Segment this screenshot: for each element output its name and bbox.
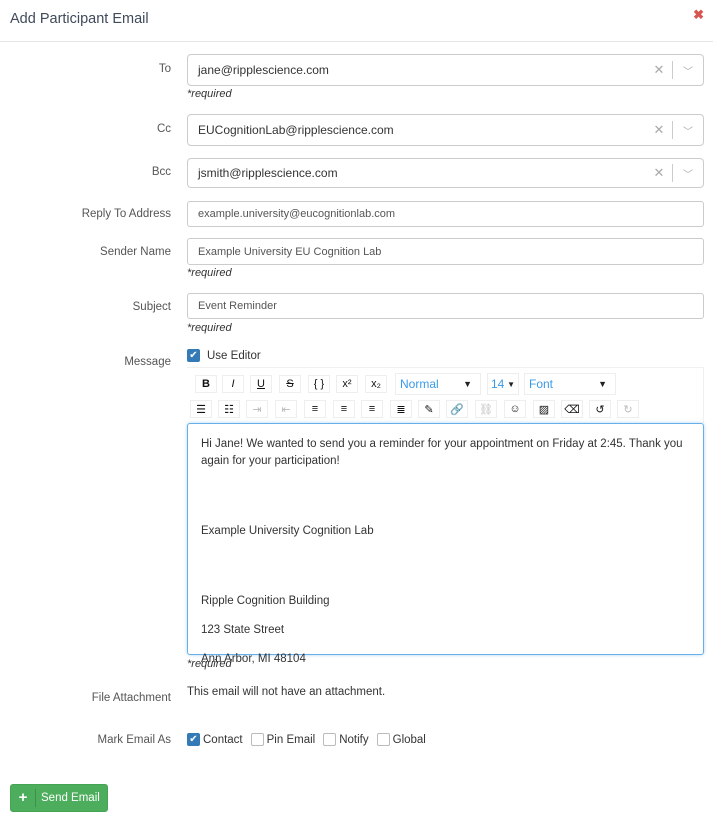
bold-icon[interactable]: B <box>195 375 217 393</box>
checkbox-icon[interactable] <box>376 733 390 746</box>
mark-option-label: Global <box>392 733 426 746</box>
sender-label: Sender Name <box>100 246 171 258</box>
mark-options: ✔ Contact Pin Email Notify Global <box>187 733 426 746</box>
bcc-value: jsmith@ripplescience.com <box>198 166 338 180</box>
attachment-label: File Attachment <box>91 692 171 704</box>
subject-label: Subject <box>132 301 171 313</box>
checkbox-checked-icon[interactable]: ✔ <box>187 733 200 746</box>
format-value: Normal <box>400 377 439 391</box>
unlink-icon[interactable]: ⛓ <box>475 400 497 418</box>
strikethrough-icon[interactable]: S <box>279 375 301 393</box>
use-editor-toggle[interactable]: ✔ Use Editor <box>187 349 261 362</box>
color-icon[interactable]: ✎ <box>418 400 440 418</box>
editor-toolbar: Normal ▼ 14 ▼ Font ▼ B I U S { } x² x₂ ☰ ☷ ⇥ ⇤ ≡ ≡ ≡ ≣ ✎ 🔗 ⛓… <box>187 367 704 423</box>
to-value: jane@ripplescience.com <box>198 63 329 77</box>
modal-title: Add Participant Email <box>10 11 149 27</box>
size-value: 14 <box>491 377 505 391</box>
send-email-label: Send Email <box>41 792 100 804</box>
mark-option-label: Notify <box>339 733 369 746</box>
message-label: Message <box>124 356 171 368</box>
mark-option-global[interactable]: Global <box>376 733 426 746</box>
attachment-value: This email will not have an attachment. <box>187 686 386 698</box>
outdent-icon[interactable]: ⇤ <box>275 400 297 418</box>
bcc-label: Bcc <box>151 166 171 178</box>
emoji-icon[interactable]: ☺ <box>504 400 526 418</box>
align-left-icon[interactable]: ≡ <box>304 400 326 418</box>
send-email-button[interactable]: + Send Email <box>10 784 108 812</box>
chevron-down-icon[interactable]: ﹀ <box>673 123 703 138</box>
subject-input[interactable]: Event Reminder <box>187 293 704 319</box>
clear-icon[interactable]: ✕ <box>646 122 672 138</box>
justify-icon[interactable]: ≣ <box>390 400 412 418</box>
image-icon[interactable]: ▨ <box>533 400 555 418</box>
checkbox-checked-icon[interactable]: ✔ <box>187 349 200 362</box>
subscript-icon[interactable]: x₂ <box>365 375 387 393</box>
message-line: Ann Arbor, MI 48104 <box>201 653 306 665</box>
reply-to-input[interactable]: example.university@eucognitionlab.com <box>187 201 704 227</box>
to-label: To <box>158 63 171 75</box>
checkbox-icon[interactable] <box>250 733 264 746</box>
chevron-down-icon[interactable]: ﹀ <box>673 166 703 181</box>
link-icon[interactable]: 🔗 <box>446 400 468 418</box>
message-editor[interactable]: Hi Jane! We wanted to send you a reminde… <box>187 423 704 665</box>
message-line: Ripple Cognition Building <box>201 595 330 607</box>
bullet-list-icon[interactable]: ☰ <box>190 400 212 418</box>
bcc-select[interactable]: jsmith@ripplescience.com ✕ ﹀ <box>187 158 704 188</box>
message-required: *required <box>187 658 232 670</box>
cc-label: Cc <box>156 123 171 135</box>
size-select[interactable]: 14 ▼ <box>487 373 519 395</box>
mark-option-contact[interactable]: ✔ Contact <box>187 733 243 746</box>
indent-icon[interactable]: ⇥ <box>246 400 268 418</box>
eraser-icon[interactable]: ⌫ <box>561 400 583 418</box>
cc-value: EUCognitionLab@ripplescience.com <box>198 123 394 137</box>
close-icon[interactable]: ✖ <box>693 7 704 23</box>
message-line <box>201 552 690 581</box>
underline-icon[interactable]: U <box>250 375 272 393</box>
mark-label: Mark Email As <box>97 734 172 746</box>
mark-option-notify[interactable]: Notify <box>323 733 369 746</box>
use-editor-label: Use Editor <box>207 349 261 362</box>
format-select[interactable]: Normal ▼ <box>395 373 481 395</box>
align-right-icon[interactable]: ≡ <box>361 400 383 418</box>
font-select[interactable]: Font ▼ <box>524 373 616 395</box>
message-line: Hi Jane! We wanted to send you a reminde… <box>201 438 683 467</box>
message-line: 123 State Street <box>201 624 285 636</box>
mark-option-label: Contact <box>203 733 243 746</box>
italic-icon[interactable]: I <box>222 375 244 393</box>
sender-input[interactable]: Example University EU Cognition Lab <box>187 238 704 265</box>
message-line: Example University Cognition Lab <box>201 525 374 537</box>
message-line <box>201 482 690 511</box>
checkbox-icon[interactable] <box>323 733 337 746</box>
superscript-icon[interactable]: x² <box>336 375 358 393</box>
to-required: *required <box>187 88 232 100</box>
clear-icon[interactable]: ✕ <box>646 165 672 181</box>
chevron-down-icon[interactable]: ﹀ <box>673 63 703 78</box>
reply-to-label: Reply To Address <box>81 208 171 220</box>
font-value: Font <box>529 377 554 391</box>
code-icon[interactable]: { } <box>308 375 330 393</box>
divider <box>0 41 713 42</box>
redo-icon[interactable]: ↻ <box>617 400 639 418</box>
subject-required: *required <box>187 322 232 334</box>
clear-icon[interactable]: ✕ <box>646 62 672 78</box>
mark-option-pin-email[interactable]: Pin Email <box>250 733 316 746</box>
plus-icon: + <box>11 789 36 807</box>
cc-select[interactable]: EUCognitionLab@ripplescience.com ✕ ﹀ <box>187 114 704 146</box>
mark-option-label: Pin Email <box>266 733 316 746</box>
undo-icon[interactable]: ↺ <box>589 400 611 418</box>
numbered-list-icon[interactable]: ☷ <box>218 400 240 418</box>
to-select[interactable]: jane@ripplescience.com ✕ ﹀ <box>187 54 704 86</box>
sender-required: *required <box>187 267 232 279</box>
align-center-icon[interactable]: ≡ <box>333 400 355 418</box>
